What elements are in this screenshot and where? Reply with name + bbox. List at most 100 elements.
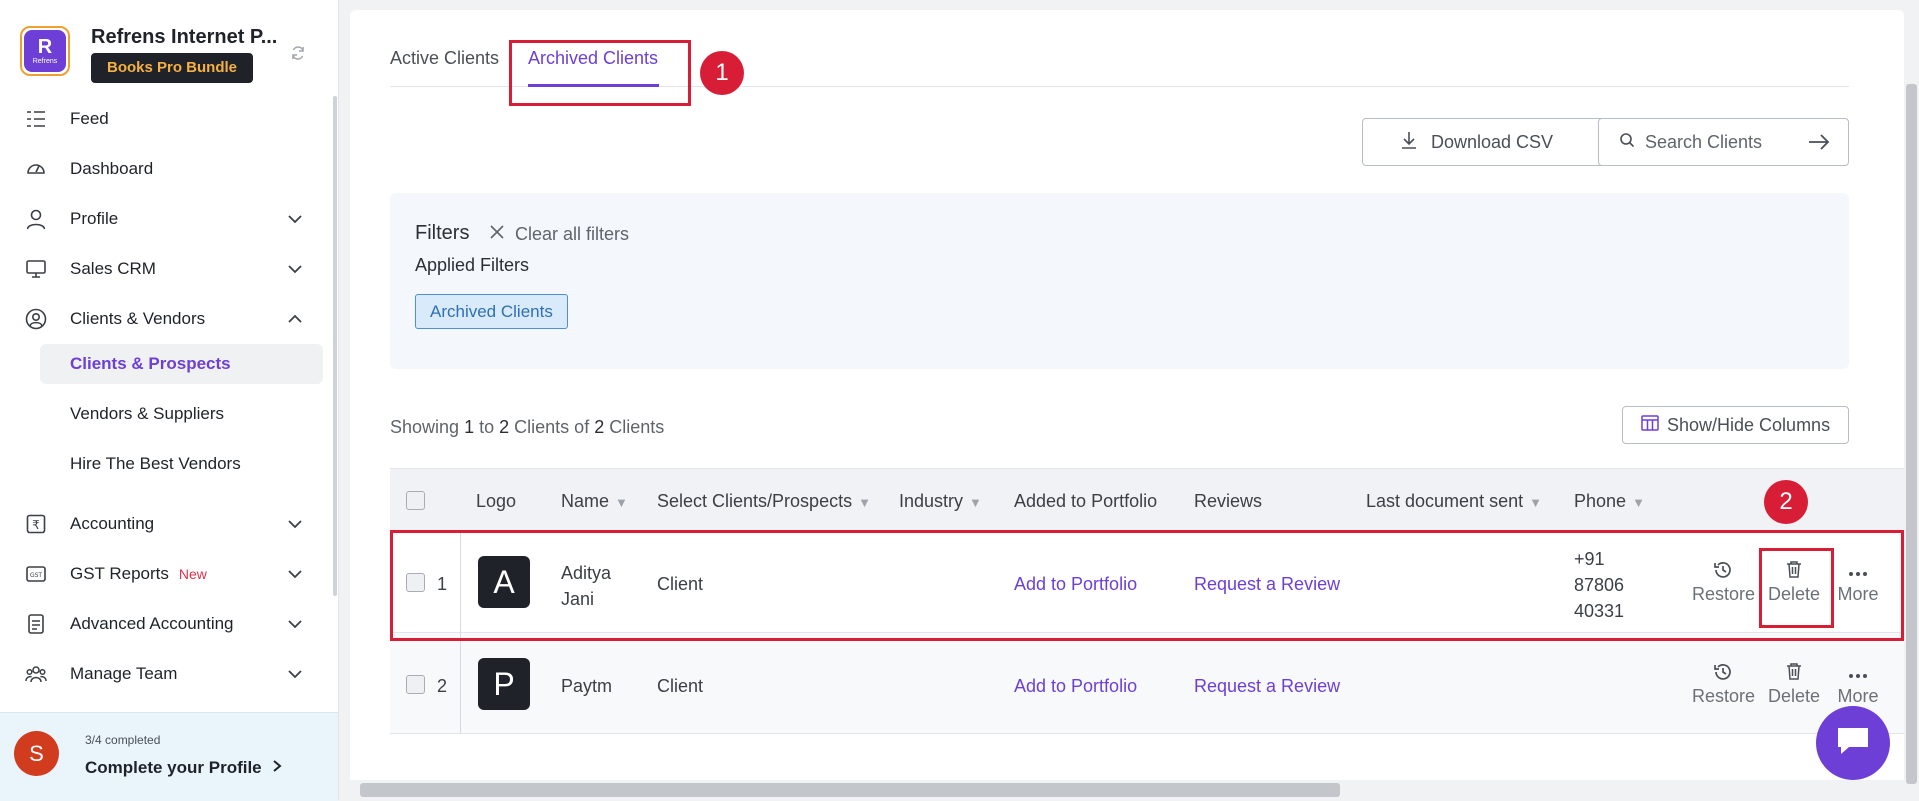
request-review-link[interactable]: Request a Review: [1194, 676, 1340, 697]
chevron-down-icon: [286, 615, 304, 638]
gauge-icon: [24, 157, 48, 181]
search-placeholder: Search Clients: [1645, 131, 1763, 152]
row-checkbox[interactable]: [406, 675, 425, 694]
nav-dashboard[interactable]: Dashboard: [24, 149, 314, 189]
plan-badge[interactable]: Books Pro Bundle: [91, 53, 254, 83]
delete-button[interactable]: Delete: [1763, 662, 1825, 707]
showing-to: 2: [499, 417, 510, 437]
close-icon: [489, 224, 505, 245]
chevron-down-icon: [286, 565, 304, 588]
monitor-icon: [24, 257, 48, 281]
restore-label: Restore: [1692, 686, 1756, 706]
column-industry-label: Industry: [899, 491, 964, 511]
search-clients-input[interactable]: Search Clients: [1598, 118, 1849, 166]
filter-chip-archived[interactable]: Archived Clients: [415, 294, 568, 329]
nav-accounting[interactable]: ₹ Accounting: [24, 504, 314, 544]
search-icon: [1619, 132, 1635, 153]
nav-feed-label: Feed: [70, 109, 109, 128]
column-select-clients[interactable]: Select Clients/Prospects ▼: [657, 491, 871, 512]
nav-manage-team-label: Manage Team: [70, 664, 178, 683]
delete-label: Delete: [1767, 686, 1821, 706]
sidebar-item-clients-prospects[interactable]: Clients & Prospects: [40, 344, 323, 384]
nav-sales-crm[interactable]: Sales CRM: [24, 249, 314, 289]
nav-advanced-accounting[interactable]: Advanced Accounting: [24, 604, 314, 644]
restore-icon: [1692, 662, 1754, 686]
filters-title: Filters: [415, 222, 470, 244]
column-added-portfolio: Added to Portfolio: [1014, 491, 1158, 511]
complete-profile-card[interactable]: S 3/4 completed Complete your Profile: [0, 712, 338, 801]
nav-advanced-accounting-label: Advanced Accounting: [70, 614, 234, 633]
chat-widget-button[interactable]: [1816, 706, 1890, 780]
filter-icon[interactable]: ▼: [969, 495, 982, 510]
chevron-right-icon: [272, 758, 282, 777]
showing-word: Showing: [390, 417, 460, 437]
chevron-down-icon: [286, 515, 304, 538]
client-name[interactable]: Paytm: [561, 676, 612, 697]
column-industry[interactable]: Industry ▼: [899, 491, 982, 512]
complete-profile-link[interactable]: Complete your Profile: [85, 758, 282, 778]
column-select-clients-label: Select Clients/Prospects: [657, 491, 853, 511]
column-name[interactable]: Name ▼: [561, 491, 628, 512]
annotation-number-1: 1: [700, 51, 744, 95]
select-all-checkbox[interactable]: [406, 491, 425, 510]
business-logo[interactable]: R Refrens: [20, 26, 70, 76]
download-csv-label: Download CSV: [1431, 131, 1554, 152]
filters-panel: [390, 193, 1849, 369]
sync-icon[interactable]: [290, 45, 306, 66]
annotation-box-delete: [1759, 548, 1834, 628]
nav-clients-vendors[interactable]: Clients & Vendors: [24, 299, 314, 339]
table-row[interactable]: 2 P Paytm Client Add to Portfolio Reques…: [390, 633, 1907, 734]
nav-profile[interactable]: Profile: [24, 199, 314, 239]
sidebar-item-vendors-suppliers[interactable]: Vendors & Suppliers: [40, 394, 323, 434]
table-header: Logo Name ▼ Select Clients/Prospects ▼ Ind…: [390, 468, 1907, 533]
showing-from: 1: [464, 417, 475, 437]
filter-icon[interactable]: ▼: [1529, 495, 1542, 510]
add-to-portfolio-link[interactable]: Add to Portfolio: [1014, 676, 1137, 697]
column-last-document-label: Last document sent: [1366, 491, 1524, 511]
list-icon: [24, 107, 48, 131]
filter-icon[interactable]: ▼: [615, 495, 628, 510]
horizontal-scroll-thumb[interactable]: [360, 783, 1340, 797]
filter-icon[interactable]: ▼: [858, 495, 871, 510]
nav-feed[interactable]: Feed: [24, 99, 314, 139]
vertical-scroll-thumb[interactable]: [1906, 84, 1917, 784]
showing-summary: Showing 1 to 2 Clients of 2 Clients: [390, 417, 664, 438]
column-logo: Logo: [476, 491, 517, 511]
more-label: More: [1837, 686, 1879, 706]
tab-active-clients[interactable]: Active Clients: [390, 48, 499, 69]
annotation-number-2: 2: [1764, 480, 1808, 524]
show-hide-columns-label: Show/Hide Columns: [1667, 414, 1831, 435]
client-logo: P: [478, 658, 530, 710]
chevron-down-icon: [286, 665, 304, 688]
download-icon: [1401, 131, 1417, 154]
sidebar-scrollbar[interactable]: [333, 96, 337, 596]
arrow-right-icon[interactable]: [1808, 133, 1830, 156]
more-button[interactable]: More: [1827, 662, 1889, 707]
restore-button[interactable]: Restore: [1692, 662, 1756, 707]
business-name[interactable]: Refrens Internet P...: [91, 26, 277, 49]
nav-manage-team[interactable]: Manage Team: [24, 654, 314, 694]
sidebar: R Refrens Refrens Internet P... Books Pr…: [0, 0, 339, 801]
clear-all-filters-button[interactable]: Clear all filters: [489, 224, 629, 245]
user-icon: [24, 207, 48, 231]
refrens-logo: R Refrens: [24, 30, 66, 72]
showing-tail: Clients: [609, 417, 665, 437]
column-phone[interactable]: Phone ▼: [1574, 491, 1645, 512]
show-hide-columns-button[interactable]: Show/Hide Columns: [1622, 406, 1849, 444]
svg-text:₹: ₹: [32, 518, 40, 532]
nav-gst-reports[interactable]: GST GST Reports New: [24, 554, 314, 594]
column-name-label: Name: [561, 491, 610, 511]
clear-all-filters-label: Clear all filters: [515, 224, 630, 244]
filter-icon[interactable]: ▼: [1632, 495, 1645, 510]
user-circle-icon: [24, 307, 48, 331]
chevron-down-icon: [286, 210, 304, 233]
applied-filters-label: Applied Filters: [415, 255, 530, 275]
nav-profile-label: Profile: [70, 209, 119, 228]
sidebar-item-hire-vendors[interactable]: Hire The Best Vendors: [40, 444, 323, 484]
download-csv-button[interactable]: Download CSV: [1362, 118, 1612, 166]
profile-progress: 3/4 completed: [85, 733, 161, 747]
showing-to-word: to: [479, 417, 495, 437]
logo-mark: R: [37, 35, 53, 58]
rupee-icon: ₹: [24, 512, 48, 536]
column-last-document[interactable]: Last document sent ▼: [1366, 491, 1542, 512]
